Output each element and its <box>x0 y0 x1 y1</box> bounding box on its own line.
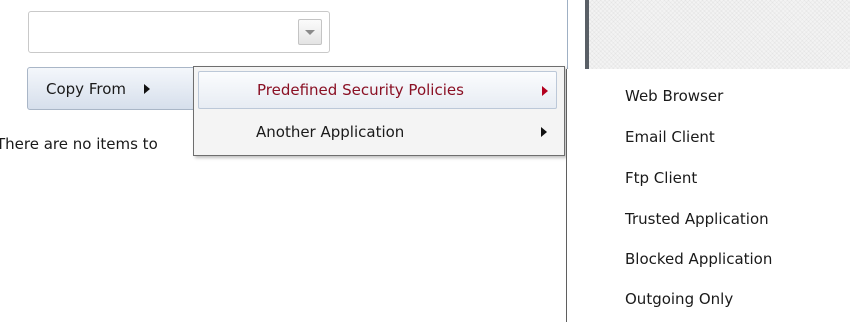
submenu-arrow-icon <box>542 86 548 96</box>
chevron-down-icon <box>305 29 315 35</box>
submenu-item-ftp-client[interactable]: Ftp Client <box>625 158 697 198</box>
empty-list-message: There are no items to <box>0 135 158 153</box>
submenu-item-trusted-application[interactable]: Trusted Application <box>625 199 769 239</box>
predefined-policies-submenu: Web Browser Email Client Ftp Client Trus… <box>566 69 850 322</box>
submenu-arrow-icon <box>143 83 150 94</box>
copy-from-menu: Predefined Security Policies Another App… <box>193 66 565 156</box>
submenu-item-outgoing-only[interactable]: Outgoing Only <box>625 279 733 319</box>
application-combobox[interactable] <box>28 11 330 53</box>
submenu-item-email-client[interactable]: Email Client <box>625 117 715 157</box>
submenu-item-blocked-application[interactable]: Blocked Application <box>625 239 772 279</box>
background-panel <box>589 0 850 70</box>
copy-from-label: Copy From <box>46 79 126 98</box>
copy-from-button[interactable]: Copy From <box>27 67 210 110</box>
divider <box>567 0 568 80</box>
menu-item-another-application[interactable]: Another Application <box>198 113 557 151</box>
submenu-item-web-browser[interactable]: Web Browser <box>625 76 723 116</box>
menu-item-label: Predefined Security Policies <box>257 81 464 99</box>
dropdown-button[interactable] <box>298 19 322 45</box>
menu-item-predefined-security-policies[interactable]: Predefined Security Policies <box>198 71 557 109</box>
panel-edge <box>585 0 589 70</box>
submenu-arrow-icon <box>541 127 547 137</box>
menu-item-label: Another Application <box>256 123 405 141</box>
